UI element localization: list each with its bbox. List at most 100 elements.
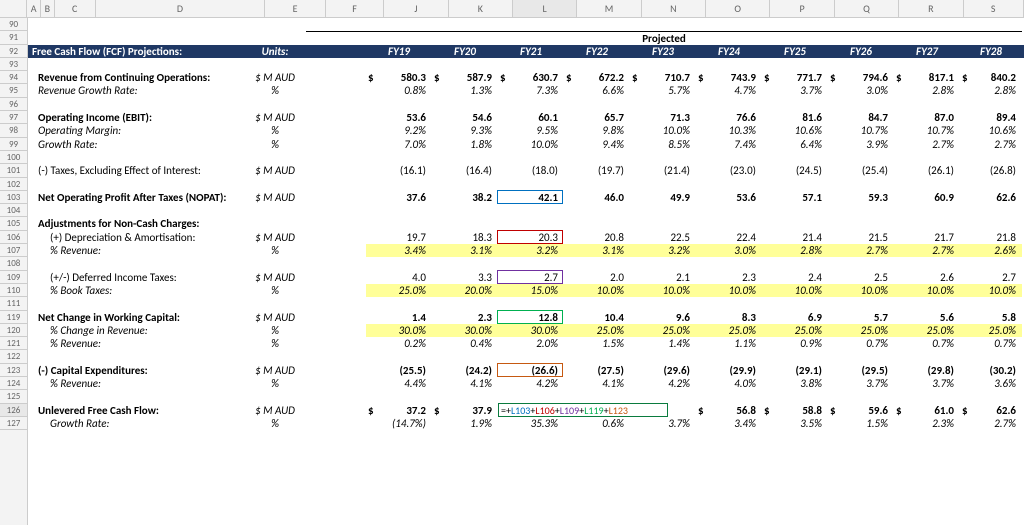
value-cell[interactable]: (30.2)	[960, 364, 1022, 377]
cell[interactable]	[564, 151, 630, 164]
value-cell[interactable]: 1.1%	[696, 337, 762, 350]
col-header-F[interactable]: F	[326, 0, 385, 17]
row-header-94[interactable]: 94	[0, 71, 27, 84]
cell[interactable]	[244, 390, 306, 403]
row-header-92[interactable]: 92	[0, 45, 27, 58]
row-header-119[interactable]: 119	[0, 311, 27, 324]
value-cell[interactable]	[762, 217, 828, 230]
cell[interactable]	[960, 151, 1022, 164]
row-header-127[interactable]: 127	[0, 417, 27, 430]
value-cell[interactable]: (16.1)	[366, 164, 432, 177]
value-cell[interactable]: (29.8)	[894, 364, 960, 377]
value-cell[interactable]: 2.0	[564, 271, 630, 284]
row-header-125[interactable]: 125	[0, 390, 27, 403]
cell[interactable]	[630, 297, 696, 310]
value-cell[interactable]: 2.7%	[960, 138, 1022, 151]
cell[interactable]	[244, 151, 306, 164]
value-cell[interactable]: 7.3%	[498, 84, 564, 97]
cell[interactable]	[306, 18, 366, 31]
cell[interactable]	[70, 257, 244, 270]
cell[interactable]	[564, 204, 630, 217]
row-header-111[interactable]: 111	[0, 297, 27, 310]
cell[interactable]	[432, 350, 498, 363]
cell[interactable]	[696, 297, 762, 310]
value-cell[interactable]: $59.6	[828, 404, 894, 417]
cell[interactable]	[306, 231, 366, 244]
value-cell[interactable]: 37.6	[366, 191, 432, 204]
value-cell[interactable]: $58.8	[762, 404, 828, 417]
value-cell[interactable]: 0.7%	[960, 337, 1022, 350]
value-cell[interactable]: 84.7	[828, 111, 894, 124]
cell[interactable]	[70, 18, 244, 31]
units-cell[interactable]	[244, 217, 306, 230]
cell[interactable]	[564, 297, 630, 310]
value-cell[interactable]: 3.8%	[762, 377, 828, 390]
value-cell[interactable]: 0.9%	[762, 337, 828, 350]
cell[interactable]	[894, 18, 960, 31]
value-cell[interactable]: 10.0%	[762, 284, 828, 297]
cell[interactable]	[306, 244, 366, 257]
row-label[interactable]: % Revenue:	[28, 377, 244, 390]
cell[interactable]	[28, 204, 70, 217]
value-cell[interactable]: (27.5)	[564, 364, 630, 377]
value-cell[interactable]: 6.6%	[564, 84, 630, 97]
cell[interactable]	[894, 204, 960, 217]
cell[interactable]	[306, 58, 366, 71]
units-cell[interactable]: $ M AUD	[244, 231, 306, 244]
cell[interactable]	[244, 58, 306, 71]
cell[interactable]	[960, 390, 1022, 403]
value-cell[interactable]: 10.0%	[960, 284, 1022, 297]
value-cell[interactable]: 2.8%	[894, 84, 960, 97]
value-cell[interactable]: 2.8%	[960, 84, 1022, 97]
units-cell[interactable]: %	[244, 284, 306, 297]
cell[interactable]	[306, 404, 366, 417]
row-label[interactable]: (-) Taxes, Excluding Effect of Interest:	[28, 164, 244, 177]
cell[interactable]	[306, 337, 366, 350]
value-cell[interactable]: 25.0%	[894, 324, 960, 337]
cell[interactable]	[762, 257, 828, 270]
value-cell[interactable]: 2.3	[432, 311, 498, 324]
value-cell[interactable]: 10.3%	[696, 124, 762, 137]
value-cell[interactable]: 1.3%	[432, 84, 498, 97]
cell[interactable]	[828, 350, 894, 363]
cell[interactable]	[306, 390, 366, 403]
value-cell[interactable]: 4.2%	[498, 377, 564, 390]
value-cell[interactable]: 3.3	[432, 271, 498, 284]
cell[interactable]	[432, 390, 498, 403]
value-cell[interactable]: $672.2	[564, 71, 630, 84]
cell[interactable]	[696, 98, 762, 111]
row-label[interactable]: (+) Depreciation & Amortisation:	[28, 231, 244, 244]
value-cell[interactable]: 1.5%	[828, 417, 894, 430]
row-label[interactable]: (-) Capital Expenditures:	[28, 364, 244, 377]
col-header-A[interactable]: A	[27, 0, 41, 17]
value-cell[interactable]: 2.5	[828, 271, 894, 284]
value-cell[interactable]: 10.4	[564, 311, 630, 324]
cell[interactable]	[828, 151, 894, 164]
row-label[interactable]: Growth Rate:	[28, 138, 244, 151]
value-cell[interactable]: 2.7	[960, 271, 1022, 284]
value-cell[interactable]: 35.3%	[498, 417, 564, 430]
value-cell[interactable]: 4.4%	[366, 377, 432, 390]
value-cell[interactable]: 8.5%	[630, 138, 696, 151]
value-cell[interactable]: 1.8%	[432, 138, 498, 151]
value-cell[interactable]: 10.0%	[894, 284, 960, 297]
value-cell[interactable]: 0.7%	[894, 337, 960, 350]
value-cell[interactable]: 10.0%	[630, 124, 696, 137]
row-label[interactable]: Revenue from Continuing Operations:	[28, 71, 244, 84]
cell[interactable]	[564, 58, 630, 71]
row-label[interactable]: % Revenue:	[28, 244, 244, 257]
value-cell[interactable]: (29.1)	[762, 364, 828, 377]
row-header-106[interactable]: 106	[0, 231, 27, 244]
row-header-95[interactable]: 95	[0, 84, 27, 97]
row-header-124[interactable]: 124	[0, 377, 27, 390]
value-cell[interactable]: 0.7%	[828, 337, 894, 350]
cell[interactable]	[306, 377, 366, 390]
value-cell[interactable]: 53.6	[696, 191, 762, 204]
value-cell[interactable]: 38.2	[432, 191, 498, 204]
cell[interactable]	[432, 58, 498, 71]
cell[interactable]	[696, 58, 762, 71]
value-cell[interactable]: 30.0%	[432, 324, 498, 337]
value-cell[interactable]: 25.0%	[762, 324, 828, 337]
cell[interactable]	[306, 191, 366, 204]
value-cell[interactable]: $794.6	[828, 71, 894, 84]
